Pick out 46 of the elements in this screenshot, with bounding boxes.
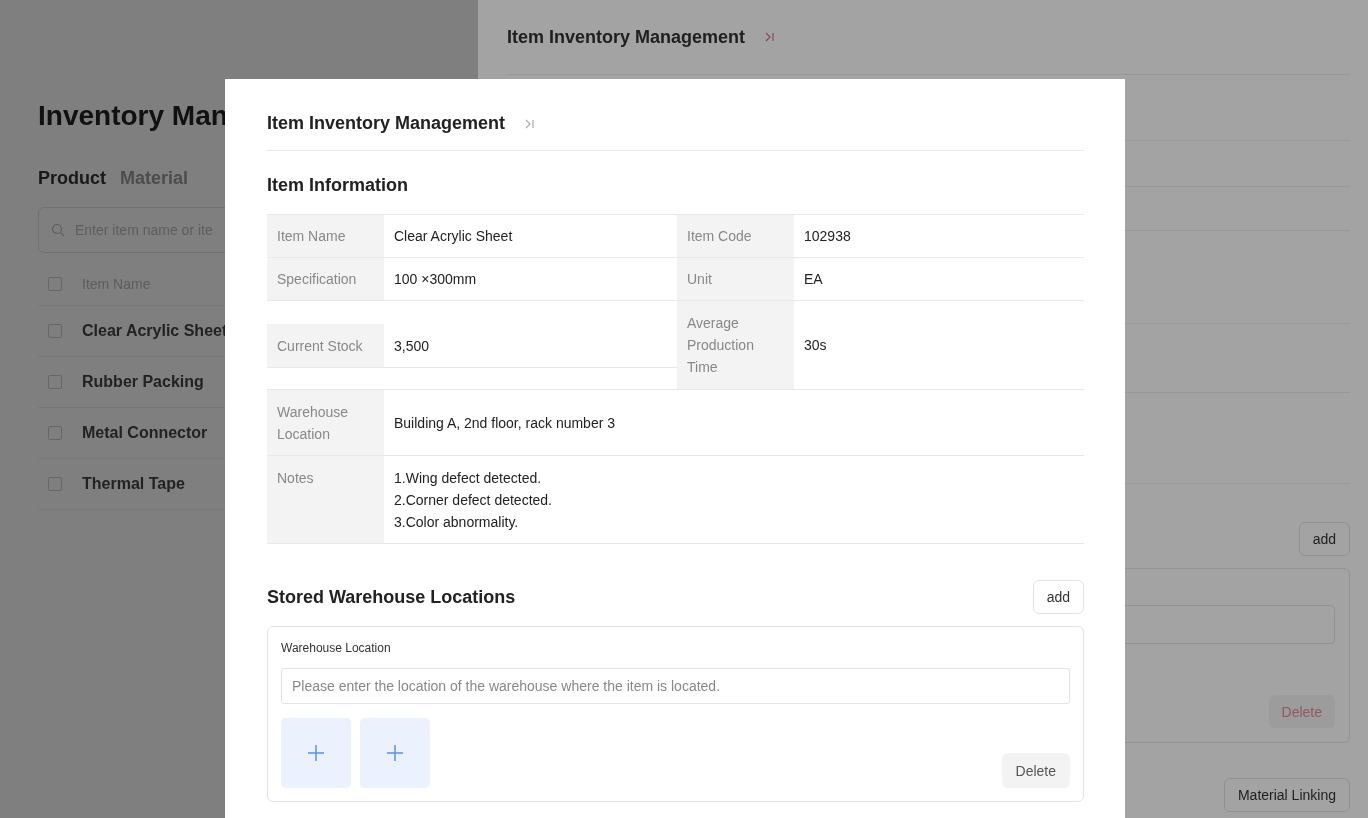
location-input[interactable]: Please enter the location of the warehouse where the item is located. bbox=[281, 668, 1070, 704]
search-icon bbox=[51, 223, 65, 237]
chevron-bar-icon bbox=[765, 32, 776, 42]
field-value: 100 ×300mm bbox=[393, 270, 478, 289]
field-label: Warehouse Location bbox=[267, 390, 384, 455]
field-value: 102938 bbox=[803, 227, 852, 246]
field-label: Warehouse Location bbox=[281, 640, 392, 656]
plus-icon bbox=[307, 744, 325, 762]
delete-button[interactable]: Delete bbox=[1001, 753, 1070, 788]
item-name: Rubber Packing bbox=[82, 373, 204, 391]
modal-title: Item Inventory Management bbox=[267, 113, 506, 134]
page-title: Inventory Man bbox=[38, 99, 228, 133]
upload-tile[interactable] bbox=[281, 718, 351, 788]
item-name: Clear Acrylic Sheet bbox=[82, 322, 228, 340]
checkbox[interactable] bbox=[48, 277, 62, 291]
checkbox[interactable] bbox=[48, 477, 62, 491]
add-button[interactable]: add bbox=[1032, 580, 1084, 614]
field-label: Item Code bbox=[677, 215, 794, 257]
field-label: Unit bbox=[677, 258, 794, 300]
field-label: Item Name bbox=[267, 215, 384, 257]
field-value: Building A, 2nd floor, rack number 3 bbox=[393, 413, 617, 433]
field-label: Average Production Time bbox=[677, 301, 794, 389]
item-name: Metal Connector bbox=[82, 424, 208, 442]
checkbox[interactable] bbox=[48, 426, 62, 440]
note-line: 3.Color abnormality. bbox=[394, 513, 519, 532]
chevron-bar-icon bbox=[525, 118, 536, 129]
field-value: Clear Acrylic Sheet bbox=[393, 227, 514, 246]
field-value: 3,500 bbox=[393, 336, 431, 356]
material-linking-button[interactable]: Material Linking bbox=[1223, 778, 1350, 812]
section-title: Item Information bbox=[267, 174, 409, 197]
checkbox[interactable] bbox=[48, 375, 62, 389]
note-line: 1.Wing defect detected. bbox=[394, 469, 542, 488]
item-name: Thermal Tape bbox=[82, 475, 185, 493]
drawer-title: Item Inventory Management bbox=[507, 26, 746, 48]
field-label: Specification bbox=[267, 258, 384, 300]
upload-tile[interactable] bbox=[360, 718, 430, 788]
note-line: 2.Corner defect detected. bbox=[394, 491, 552, 510]
field-label: Notes bbox=[267, 456, 384, 543]
field-value: EA bbox=[803, 270, 824, 289]
field-label: Current Stock bbox=[267, 324, 384, 367]
tab[interactable]: Product bbox=[38, 168, 106, 189]
checkbox[interactable] bbox=[48, 324, 62, 338]
plus-icon bbox=[386, 744, 404, 762]
field-value: 30s bbox=[803, 336, 828, 355]
section-title: Stored Warehouse Locations bbox=[267, 586, 516, 608]
add-button[interactable]: add bbox=[1298, 522, 1350, 556]
